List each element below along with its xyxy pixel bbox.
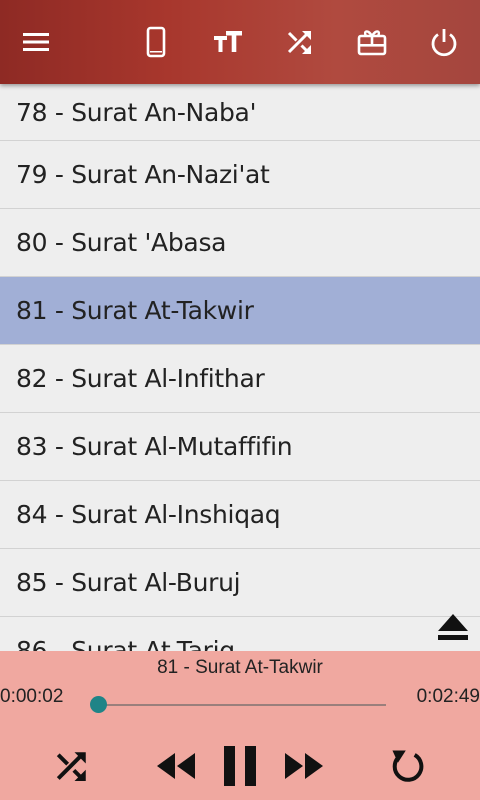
pause-button[interactable] — [218, 741, 262, 791]
list-item-selected[interactable]: 81 - Surat At-Takwir — [0, 277, 480, 345]
audio-player: 81 - Surat At-Takwir 0:00:02 0:02:49 — [0, 651, 480, 800]
surah-list: 78 - Surat An-Naba' 79 - Surat An-Nazi'a… — [0, 84, 480, 651]
phone-icon — [146, 26, 166, 58]
gift-icon — [357, 30, 387, 56]
menu-icon — [23, 33, 49, 51]
repeat-button[interactable] — [386, 744, 430, 788]
total-time: 0:02:49 — [416, 686, 480, 707]
top-toolbar — [0, 0, 480, 84]
list-item[interactable]: 82 - Surat Al-Infithar — [0, 345, 480, 413]
list-item[interactable]: 83 - Surat Al-Mutaffifin — [0, 413, 480, 481]
repeat-icon — [392, 750, 424, 782]
seek-bar-thumb[interactable] — [90, 696, 108, 713]
list-item[interactable]: 84 - Surat Al-Inshiqaq — [0, 481, 480, 549]
eject-icon — [438, 614, 468, 640]
seek-bar-track[interactable] — [96, 704, 386, 706]
shuffle-icon — [287, 31, 311, 54]
fast-forward-button[interactable] — [282, 744, 328, 788]
shuffle-icon — [56, 752, 86, 781]
power-icon — [431, 29, 457, 57]
text-size-button[interactable] — [206, 20, 250, 64]
list-item[interactable]: 78 - Surat An-Naba' — [0, 84, 480, 141]
fast-forward-icon — [285, 753, 323, 779]
shuffle-button[interactable] — [278, 20, 322, 64]
power-button[interactable] — [422, 20, 466, 64]
shuffle-play-button[interactable] — [50, 744, 94, 788]
list-item[interactable]: 85 - Surat Al-Buruj — [0, 549, 480, 617]
gift-button[interactable] — [350, 20, 394, 64]
rewind-button[interactable] — [152, 744, 198, 788]
list-item[interactable]: 80 - Surat 'Abasa — [0, 209, 480, 277]
eject-button[interactable] — [436, 612, 470, 642]
list-item[interactable]: 79 - Surat An-Nazi'at — [0, 141, 480, 209]
current-time: 0:00:02 — [0, 686, 64, 707]
phone-button[interactable] — [134, 20, 178, 64]
text-size-icon — [214, 31, 242, 52]
now-playing-title: 81 - Surat At-Takwir — [157, 657, 323, 678]
menu-button[interactable] — [14, 20, 58, 64]
rewind-icon — [157, 753, 195, 779]
pause-icon — [224, 746, 256, 786]
list-item[interactable]: 86 - Surat At-Tariq — [0, 617, 480, 651]
